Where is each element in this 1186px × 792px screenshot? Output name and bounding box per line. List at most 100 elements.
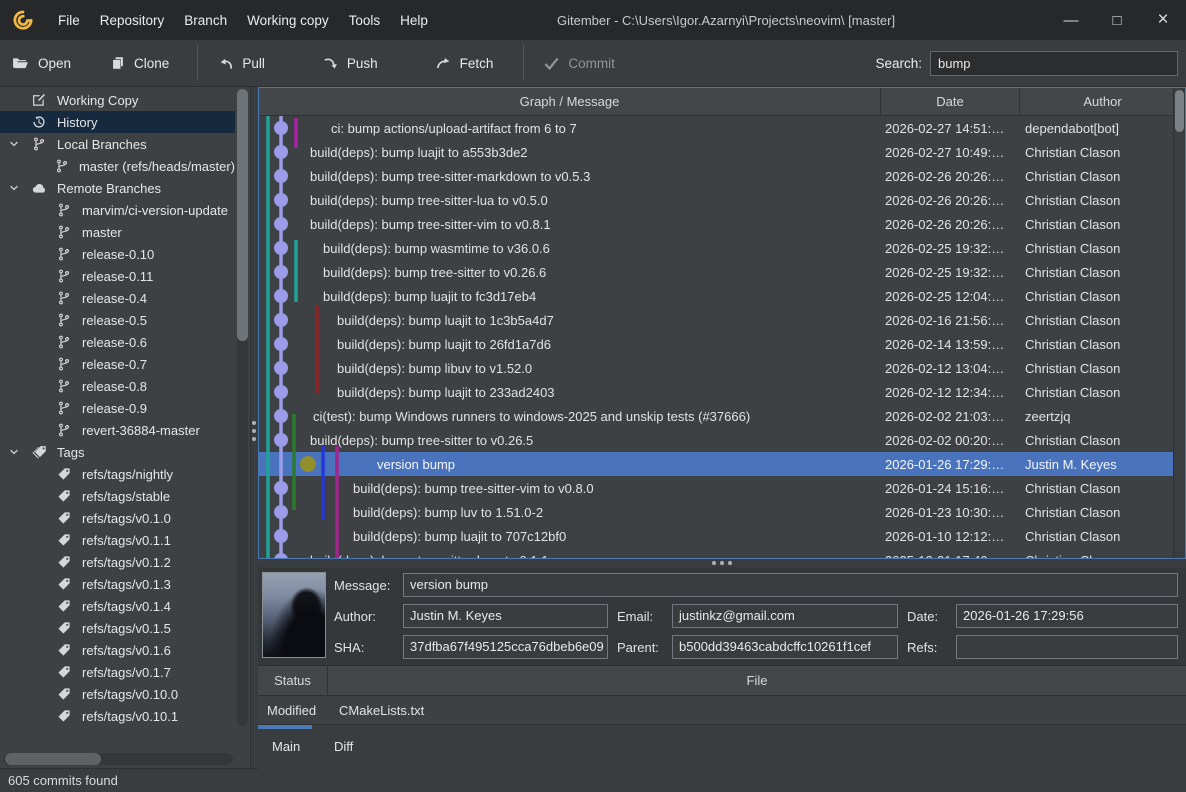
column-author[interactable]: Author — [1020, 88, 1185, 115]
tab-main[interactable]: Main — [272, 739, 300, 754]
tags-icon — [30, 445, 48, 459]
commit-button[interactable]: Commit — [544, 56, 615, 71]
sidebar-item[interactable]: Working Copy — [0, 89, 235, 111]
column-graph-message[interactable]: Graph / Message — [259, 88, 881, 115]
commit-date: 2025-12-31 17:40:… — [881, 548, 1020, 558]
chevron-down-icon[interactable] — [8, 182, 30, 194]
commit-author: Christian Clason — [1020, 332, 1185, 356]
sidebar-item[interactable]: History — [0, 111, 235, 133]
sidebar-item[interactable]: Remote Branches — [0, 177, 235, 199]
sidebar-item-label: refs/tags/v0.1.2 — [82, 555, 171, 570]
sidebar-item[interactable]: revert-36884-master — [0, 419, 235, 441]
column-file[interactable]: File — [328, 673, 1186, 688]
refs-field[interactable] — [956, 635, 1178, 659]
menu-tools[interactable]: Tools — [339, 13, 391, 28]
menu-repository[interactable]: Repository — [90, 13, 175, 28]
sidebar-item[interactable]: refs/tags/v0.1.5 — [0, 617, 235, 639]
push-button[interactable]: Push — [323, 56, 378, 71]
sidebar-item[interactable]: refs/tags/v0.1.0 — [0, 507, 235, 529]
open-button[interactable]: Open — [12, 56, 71, 71]
sidebar-item[interactable]: Tags — [0, 441, 235, 463]
commit-row[interactable]: build(deps): bump luajit to fc3d17eb4202… — [259, 284, 1185, 308]
menu-help[interactable]: Help — [390, 13, 438, 28]
sidebar-item[interactable]: refs/tags/v0.1.2 — [0, 551, 235, 573]
fetch-icon — [436, 56, 451, 71]
sidebar-item[interactable]: refs/tags/v0.1.4 — [0, 595, 235, 617]
commit-row[interactable]: build(deps): bump tree-sitter to v0.26.6… — [259, 260, 1185, 284]
fetch-button[interactable]: Fetch — [436, 56, 494, 71]
sidebar-horizontal-scrollbar[interactable] — [3, 753, 233, 765]
sidebar-item[interactable]: refs/tags/v0.10.0 — [0, 683, 235, 705]
commit-row[interactable]: build(deps): bump tree-sitter-vim to v0.… — [259, 212, 1185, 236]
pull-button[interactable]: Pull — [218, 56, 265, 71]
column-status[interactable]: Status — [258, 666, 328, 695]
commit-row[interactable]: build(deps): bump tree-sitter to v0.26.5… — [259, 428, 1185, 452]
commit-row[interactable]: build(deps): bump tree-sitter-vim to v0.… — [259, 476, 1185, 500]
sidebar-item[interactable]: release-0.8 — [0, 375, 235, 397]
sidebar-item[interactable]: master (refs/heads/master) — [0, 155, 235, 177]
sidebar-item[interactable]: marvim/ci-version-update — [0, 199, 235, 221]
chevron-down-icon[interactable] — [8, 138, 30, 150]
commit-author: Christian Clason — [1020, 212, 1185, 236]
commit-row[interactable]: ci: bump actions/upload-artifact from 6 … — [259, 116, 1185, 140]
table-vertical-scrollbar[interactable] — [1173, 88, 1185, 558]
commit-date: 2026-01-26 17:29:… — [881, 452, 1020, 476]
sidebar-item[interactable]: refs/tags/v0.10.1 — [0, 705, 235, 726]
commit-row[interactable]: build(deps): bump tree-sitter-markdown t… — [259, 164, 1185, 188]
tab-diff[interactable]: Diff — [334, 739, 353, 754]
search-label: Search: — [875, 56, 922, 71]
commit-row[interactable]: ci(test): bump Windows runners to window… — [259, 404, 1185, 428]
chevron-down-icon[interactable] — [8, 446, 30, 458]
sidebar-item[interactable]: refs/tags/nightly — [0, 463, 235, 485]
menu-branch[interactable]: Branch — [174, 13, 237, 28]
commit-row[interactable]: build(deps): bump luajit to 233ad2403202… — [259, 380, 1185, 404]
menu-working-copy[interactable]: Working copy — [237, 13, 339, 28]
details-splitter[interactable] — [258, 559, 1186, 567]
sidebar-splitter[interactable] — [251, 87, 258, 768]
commit-author: zeertzjq — [1020, 404, 1185, 428]
sidebar-item[interactable]: release-0.5 — [0, 309, 235, 331]
sidebar-item[interactable]: release-0.7 — [0, 353, 235, 375]
commit-row[interactable]: build(deps): bump luajit to 26fd1a7d6202… — [259, 332, 1185, 356]
message-field[interactable]: version bump — [403, 573, 1178, 597]
commit-row[interactable]: build(deps): bump tree-sitter-lua to v0.… — [259, 188, 1185, 212]
commit-row[interactable]: build(deps): bump libuv to v1.52.02026-0… — [259, 356, 1185, 380]
file-table: Status File ModifiedCMakeLists.txt — [258, 666, 1186, 725]
close-button[interactable]: × — [1140, 0, 1186, 40]
sidebar-item[interactable]: release-0.9 — [0, 397, 235, 419]
clone-button[interactable]: Clone — [111, 56, 169, 71]
branch-icon — [55, 269, 73, 283]
sidebar-item[interactable]: release-0.4 — [0, 287, 235, 309]
parent-field[interactable]: b500dd39463cabdcffc10261f1cef — [672, 635, 898, 659]
file-row[interactable]: ModifiedCMakeLists.txt — [258, 696, 1186, 725]
column-date[interactable]: Date — [881, 88, 1020, 115]
maximize-button[interactable]: □ — [1094, 0, 1140, 40]
minimize-button[interactable]: — — [1048, 0, 1094, 40]
sidebar-item[interactable]: release-0.10 — [0, 243, 235, 265]
sidebar-item[interactable]: master — [0, 221, 235, 243]
author-field[interactable]: Justin M. Keyes — [403, 604, 608, 628]
commit-row[interactable]: version bump2026-01-26 17:29:…Justin M. … — [259, 452, 1185, 476]
sidebar-item[interactable]: refs/tags/v0.1.7 — [0, 661, 235, 683]
commit-row[interactable]: build(deps): bump luajit to a553b3de2202… — [259, 140, 1185, 164]
menu-file[interactable]: File — [48, 13, 90, 28]
commit-row[interactable]: build(deps): bump luv to 1.51.0-22026-01… — [259, 500, 1185, 524]
commit-row[interactable]: build(deps): bump luajit to 707c12bf0202… — [259, 524, 1185, 548]
sidebar-item[interactable]: refs/tags/v0.1.3 — [0, 573, 235, 595]
date-field[interactable]: 2026-01-26 17:29:56 — [956, 604, 1178, 628]
sidebar-item[interactable]: refs/tags/stable — [0, 485, 235, 507]
email-field[interactable]: justinkz@gmail.com — [672, 604, 898, 628]
sha-field[interactable]: 37dfba67f495125cca76dbeb6e09 — [403, 635, 608, 659]
commit-table: Graph / Message Date Author ci: bump act… — [258, 87, 1186, 559]
search-input[interactable] — [930, 51, 1178, 76]
tag-icon — [55, 555, 73, 569]
sidebar-item[interactable]: Local Branches — [0, 133, 235, 155]
sidebar-item[interactable]: refs/tags/v0.1.1 — [0, 529, 235, 551]
commit-row[interactable]: build(deps): bump wasmtime to v36.0.6202… — [259, 236, 1185, 260]
commit-row[interactable]: build(deps): bump tree-sitter-luap to 0.… — [259, 548, 1185, 558]
sidebar-item[interactable]: release-0.11 — [0, 265, 235, 287]
sidebar-vertical-scrollbar[interactable] — [237, 89, 248, 726]
sidebar-item[interactable]: refs/tags/v0.1.6 — [0, 639, 235, 661]
commit-row[interactable]: build(deps): bump luajit to 1c3b5a4d7202… — [259, 308, 1185, 332]
sidebar-item[interactable]: release-0.6 — [0, 331, 235, 353]
